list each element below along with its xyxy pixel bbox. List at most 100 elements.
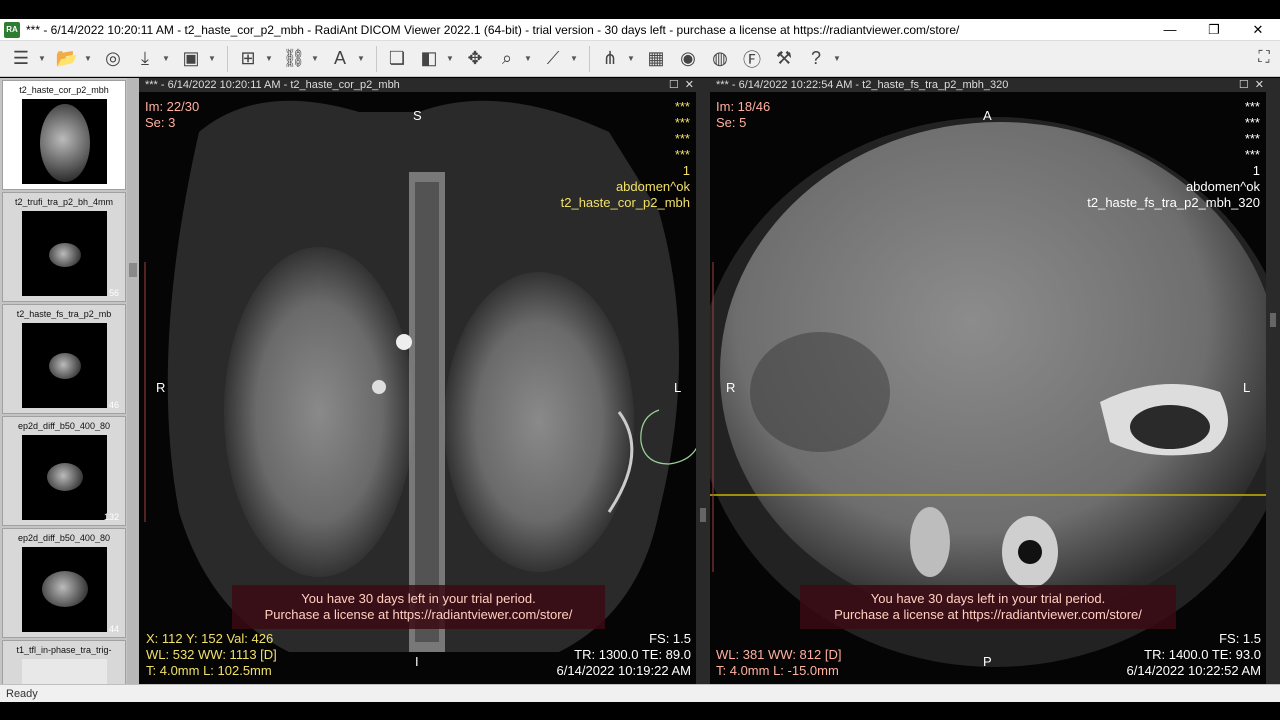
viewport-scrollbar[interactable] bbox=[1266, 78, 1280, 684]
series-image-count: 132 bbox=[103, 512, 119, 522]
viewport-divider[interactable] bbox=[696, 78, 710, 684]
orientation-top: A bbox=[983, 108, 992, 123]
cd-icon[interactable]: ◎ bbox=[98, 44, 128, 74]
orientation-top: S bbox=[413, 108, 422, 123]
chevron-down-icon[interactable]: ▼ bbox=[38, 54, 46, 63]
fusion-icon[interactable]: Ⓕ bbox=[737, 44, 767, 74]
orientation-bottom: P bbox=[983, 654, 992, 669]
menu-icon[interactable]: ☰ bbox=[6, 44, 36, 74]
series-label: ep2d_diff_b50_400_80 bbox=[18, 533, 110, 543]
series-thumbnail[interactable]: t2_trufi_tra_p2_bh_4mm 56 bbox=[2, 192, 126, 302]
save-icon[interactable]: ▣ bbox=[176, 44, 206, 74]
chevron-down-icon[interactable]: ▼ bbox=[208, 54, 216, 63]
orientation-left: R bbox=[726, 380, 736, 395]
toolbar: ☰ ▼ 📂 ▼ ◎ ⤓ ▼ ▣ ▼ ⊞ ▼ ⛓ ▼ A ▼ ❏ ◧ ▼ ✥ ⌕ ▼ ⟋ ▼ ⋔ ▼ ▦… bbox=[0, 41, 1280, 77]
chevron-down-icon[interactable]: ▼ bbox=[833, 54, 841, 63]
series-preview bbox=[22, 435, 107, 520]
chevron-down-icon[interactable]: ▼ bbox=[446, 54, 454, 63]
annotation-icon[interactable]: A bbox=[325, 44, 355, 74]
title-bar: RA *** - 6/14/2022 10:20:11 AM - t2_hast… bbox=[0, 19, 1280, 41]
overlay-bottom-left: WL: 381 WW: 812 [D] T: 4.0mm L: -15.0mm bbox=[716, 647, 842, 678]
measure-icon[interactable]: ⟋ bbox=[538, 44, 568, 74]
move-icon[interactable]: ✥ bbox=[460, 44, 490, 74]
status-bar: Ready bbox=[0, 684, 1280, 702]
viewport-title: *** - 6/14/2022 10:20:11 AM - t2_haste_c… bbox=[145, 79, 400, 91]
window-title: *** - 6/14/2022 10:20:11 AM - t2_haste_c… bbox=[26, 22, 960, 37]
minimize-button[interactable]: — bbox=[1148, 19, 1192, 41]
series-thumbnail[interactable]: ep2d_diff_b50_400_80 44 bbox=[2, 528, 126, 638]
cine-icon[interactable]: ▦ bbox=[641, 44, 671, 74]
trial-notice: You have 30 days left in your trial peri… bbox=[232, 585, 605, 629]
orientation-left: R bbox=[156, 380, 166, 395]
chevron-down-icon[interactable]: ▼ bbox=[265, 54, 273, 63]
tools-icon[interactable]: ⚒ bbox=[769, 44, 799, 74]
trial-notice-line1: You have 30 days left in your trial peri… bbox=[301, 591, 536, 606]
toolbar-separator bbox=[589, 45, 590, 72]
help-icon[interactable]: ? bbox=[801, 44, 831, 74]
close-button[interactable]: ✕ bbox=[1236, 19, 1280, 41]
series-label: t2_trufi_tra_p2_bh_4mm bbox=[14, 197, 114, 207]
3d-icon[interactable]: ◍ bbox=[705, 44, 735, 74]
overlay-bottom-left: X: 112 Y: 152 Val: 426 WL: 532 WW: 1113 … bbox=[146, 631, 277, 678]
fullscreen-icon[interactable]: ⛶ bbox=[1252, 44, 1276, 72]
overlay-top-right: *** *** *** *** 1 abdomen^ok t2_haste_fs… bbox=[1087, 99, 1260, 210]
chevron-down-icon[interactable]: ▼ bbox=[570, 54, 578, 63]
series-thumbnail[interactable]: t2_haste_fs_tra_p2_mb 46 bbox=[2, 304, 126, 414]
series-thumbnail[interactable]: t1_tfl_in-phase_tra_trig- bbox=[2, 640, 126, 684]
chevron-down-icon[interactable]: ▼ bbox=[162, 54, 170, 63]
orientation-right: L bbox=[674, 380, 682, 395]
status-text: Ready bbox=[6, 687, 38, 700]
series-thumbnail[interactable]: ep2d_diff_b50_400_80 132 bbox=[2, 416, 126, 526]
maximize-icon[interactable]: ☐ bbox=[1239, 78, 1249, 91]
series-label: t2_haste_cor_p2_mbh bbox=[19, 85, 109, 95]
download-icon[interactable]: ⤓ bbox=[130, 44, 160, 74]
window-level-icon[interactable]: ◧ bbox=[414, 44, 444, 74]
series-image-count: 30 bbox=[108, 176, 119, 186]
trial-notice: You have 30 days left in your trial peri… bbox=[800, 585, 1176, 629]
series-image-count: 56 bbox=[108, 288, 119, 298]
close-icon[interactable]: ✕ bbox=[1255, 78, 1264, 91]
viewport-header: *** - 6/14/2022 10:22:54 AM - t2_haste_f… bbox=[710, 78, 1266, 92]
series-preview bbox=[22, 323, 107, 408]
overlay-bottom-right: FS: 1.5 TR: 1400.0 TE: 93.0 6/14/2022 10… bbox=[1126, 631, 1261, 678]
chevron-down-icon[interactable]: ▼ bbox=[627, 54, 635, 63]
viewport-axial[interactable]: *** - 6/14/2022 10:22:54 AM - t2_haste_f… bbox=[710, 78, 1266, 684]
series-label: ep2d_diff_b50_400_80 bbox=[18, 421, 110, 431]
viewport-header: *** - 6/14/2022 10:20:11 AM - t2_haste_c… bbox=[139, 78, 696, 92]
restore-button[interactable]: ❐ bbox=[1192, 19, 1236, 41]
mr-icon[interactable]: ◉ bbox=[673, 44, 703, 74]
open-folder-icon[interactable]: 📂 bbox=[52, 44, 82, 74]
series-label: t2_haste_fs_tra_p2_mb bbox=[16, 309, 112, 319]
chevron-down-icon[interactable]: ▼ bbox=[84, 54, 92, 63]
overlay-top-left: Im: 18/46 Se: 5 bbox=[716, 99, 771, 130]
maximize-icon[interactable]: ☐ bbox=[669, 78, 679, 91]
trial-notice-line1: You have 30 days left in your trial peri… bbox=[870, 591, 1106, 606]
overlay-top-right: *** *** *** *** 1 abdomen^ok t2_haste_co… bbox=[560, 99, 690, 210]
series-preview bbox=[22, 211, 107, 296]
orientation-right: L bbox=[1243, 380, 1251, 395]
series-image-count: 46 bbox=[108, 400, 119, 410]
series-label: t1_tfl_in-phase_tra_trig- bbox=[16, 645, 112, 655]
link-icon[interactable]: ⛓ bbox=[279, 44, 309, 74]
series-preview bbox=[22, 659, 107, 684]
layout-icon[interactable]: ⊞ bbox=[233, 44, 263, 74]
app-icon: RA bbox=[4, 21, 20, 38]
chevron-down-icon[interactable]: ▼ bbox=[311, 54, 319, 63]
overlay-top-left: Im: 22/30 Se: 3 bbox=[145, 99, 200, 130]
series-preview bbox=[22, 99, 107, 184]
series-icon[interactable]: ❏ bbox=[382, 44, 412, 74]
chevron-down-icon[interactable]: ▼ bbox=[524, 54, 532, 63]
series-image-count: 44 bbox=[108, 624, 119, 634]
orientation-bottom: I bbox=[415, 654, 419, 669]
chevron-down-icon[interactable]: ▼ bbox=[357, 54, 365, 63]
mpr-icon[interactable]: ⋔ bbox=[595, 44, 625, 74]
trial-notice-line2: Purchase a license at https://radiantvie… bbox=[834, 607, 1142, 622]
series-scrollbar[interactable] bbox=[127, 78, 139, 684]
toolbar-separator bbox=[376, 45, 377, 72]
zoom-icon[interactable]: ⌕ bbox=[492, 44, 522, 74]
close-icon[interactable]: ✕ bbox=[685, 78, 694, 91]
viewport-title: *** - 6/14/2022 10:22:54 AM - t2_haste_f… bbox=[716, 79, 1009, 91]
series-thumbnail[interactable]: t2_haste_cor_p2_mbh 30 bbox=[2, 80, 126, 190]
viewport-coronal[interactable]: *** - 6/14/2022 10:20:11 AM - t2_haste_c… bbox=[139, 78, 696, 684]
overlay-bottom-right: FS: 1.5 TR: 1300.0 TE: 89.0 6/14/2022 10… bbox=[556, 631, 691, 678]
